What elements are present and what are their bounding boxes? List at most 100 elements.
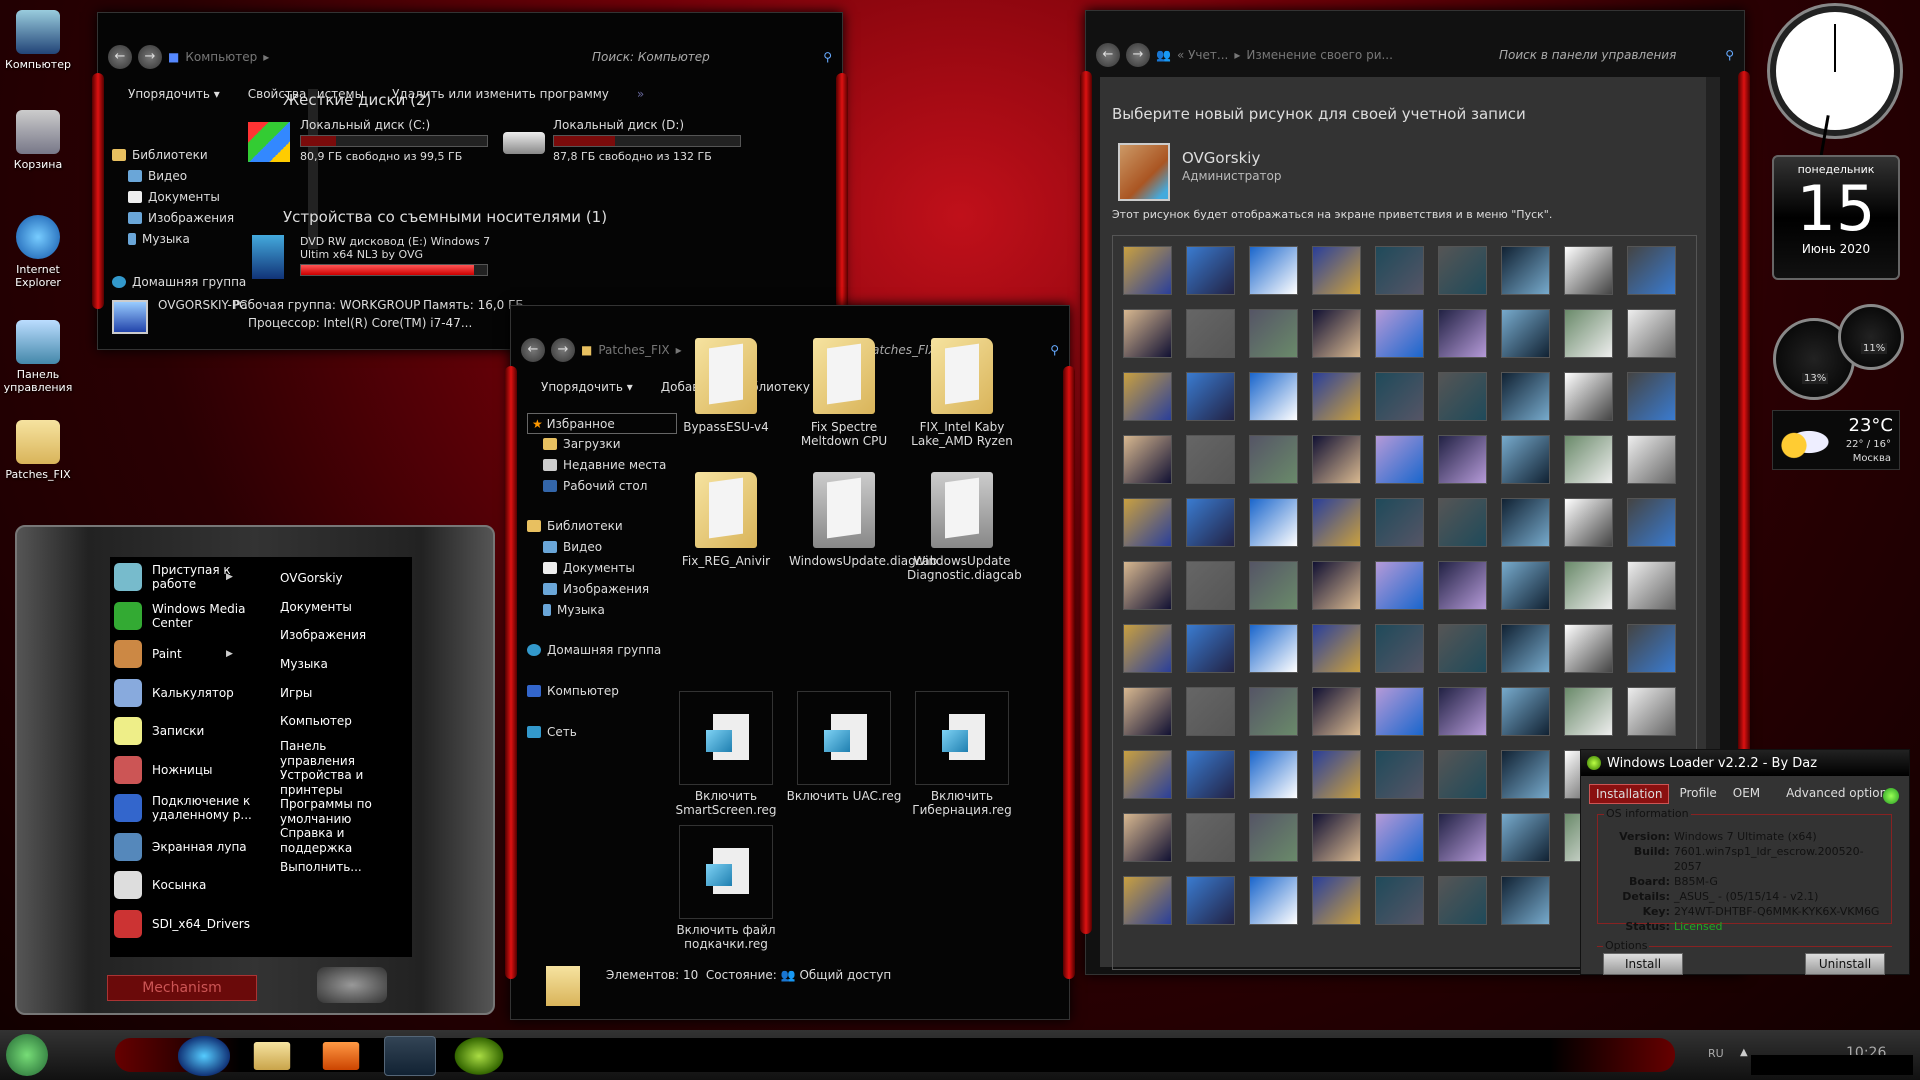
account-picture-tile[interactable] <box>1186 687 1235 736</box>
account-picture-tile[interactable] <box>1249 435 1298 484</box>
account-picture-tile[interactable] <box>1438 246 1487 295</box>
account-picture-tile[interactable] <box>1564 624 1613 673</box>
tab-installation[interactable]: Installation <box>1589 784 1670 804</box>
account-picture-tile[interactable] <box>1438 687 1487 736</box>
account-picture-tile[interactable] <box>1123 561 1172 610</box>
account-picture-tile[interactable] <box>1501 498 1550 547</box>
account-picture-tile[interactable] <box>1627 372 1676 421</box>
nav-item[interactable]: Недавние места <box>527 455 677 476</box>
start-menu-program[interactable]: Записки <box>114 717 264 745</box>
account-picture-tile[interactable] <box>1249 561 1298 610</box>
start-menu-place[interactable]: Справка и поддержка <box>280 826 380 856</box>
breadcrumb-item[interactable]: « Учет... <box>1177 48 1228 62</box>
nav-item[interactable]: Видео <box>112 166 246 187</box>
hard-drives-header[interactable]: Жесткие диски (2) <box>283 91 431 109</box>
account-picture-tile[interactable] <box>1186 309 1235 358</box>
folder-item[interactable]: Fix Spectre Meltdown CPU <box>789 338 899 448</box>
start-menu-program[interactable]: Калькулятор <box>114 678 264 707</box>
account-picture-tile[interactable] <box>1501 624 1550 673</box>
account-picture-tile[interactable] <box>1123 246 1172 295</box>
account-picture-tile[interactable] <box>1375 372 1424 421</box>
desktop-icon-patches[interactable]: Patches_FIX <box>0 420 76 481</box>
account-picture-tile[interactable] <box>1249 624 1298 673</box>
taskbar-control-panel[interactable] <box>384 1036 436 1076</box>
account-picture-tile[interactable] <box>1375 624 1424 673</box>
account-picture-tile[interactable] <box>1627 624 1676 673</box>
account-picture-tile[interactable] <box>1438 372 1487 421</box>
start-button[interactable] <box>6 1034 48 1076</box>
account-picture-tile[interactable] <box>1249 498 1298 547</box>
account-picture-tile[interactable] <box>1186 561 1235 610</box>
account-picture-tile[interactable] <box>1501 435 1550 484</box>
breadcrumb[interactable]: Компьютер <box>185 50 257 64</box>
account-picture-tile[interactable] <box>1501 687 1550 736</box>
account-picture-tile[interactable] <box>1564 687 1613 736</box>
account-picture-tile[interactable] <box>1564 435 1613 484</box>
start-menu-place[interactable]: Выполнить... <box>280 860 380 875</box>
nav-item[interactable]: Музыка <box>112 229 246 250</box>
account-picture-tile[interactable] <box>1312 309 1361 358</box>
account-picture-tile[interactable] <box>1123 435 1172 484</box>
account-picture-tile[interactable] <box>1627 435 1676 484</box>
nav-item[interactable]: Рабочий стол <box>527 476 677 497</box>
start-menu-program[interactable]: Приступая к работе ▶ <box>114 563 264 591</box>
drive-c[interactable]: Локальный диск (C:) 80,9 ГБ свободно из … <box>248 118 498 163</box>
taskbar-media-player[interactable] <box>322 1042 360 1070</box>
reg-file-item[interactable]: Включить Гибернация.reg <box>904 691 1020 817</box>
start-menu-place[interactable]: Изображения <box>280 628 380 643</box>
account-picture-tile[interactable] <box>1438 309 1487 358</box>
account-picture-tile[interactable] <box>1375 309 1424 358</box>
account-picture-tile[interactable] <box>1123 687 1172 736</box>
nav-libraries[interactable]: Библиотеки <box>112 145 246 166</box>
back-button[interactable]: ← <box>108 45 132 69</box>
start-menu-place[interactable]: OVGorskiy <box>280 571 380 586</box>
taskbar-explorer[interactable] <box>253 1042 291 1070</box>
account-picture-tile[interactable] <box>1186 813 1235 862</box>
account-picture-tile[interactable] <box>1312 687 1361 736</box>
account-picture-tile[interactable] <box>1501 246 1550 295</box>
start-menu-program[interactable]: Ножницы <box>114 755 264 784</box>
weather-gadget[interactable]: 23°C 22° / 16° Москва <box>1772 410 1900 470</box>
start-menu-place[interactable]: Компьютер <box>280 714 380 729</box>
taskbar-ie[interactable] <box>178 1036 230 1076</box>
account-picture-tile[interactable] <box>1249 813 1298 862</box>
account-picture-tile[interactable] <box>1564 309 1613 358</box>
nav-item[interactable]: Изображения <box>527 579 677 600</box>
back-button[interactable]: ← <box>1096 43 1120 67</box>
reg-file-item[interactable]: Включить SmartScreen.reg <box>668 691 784 817</box>
account-picture-tile[interactable] <box>1249 372 1298 421</box>
account-picture-tile[interactable] <box>1564 246 1613 295</box>
reg-file-item[interactable]: Включить UAC.reg <box>786 691 902 803</box>
language-indicator[interactable]: RU <box>1708 1047 1724 1060</box>
nav-homegroup[interactable]: Домашняя группа <box>527 640 677 661</box>
start-menu-program[interactable]: SDI_x64_Drivers <box>114 909 264 938</box>
account-picture-tile[interactable] <box>1312 750 1361 799</box>
back-button[interactable]: ← <box>521 338 545 362</box>
nav-homegroup[interactable]: Домашняя группа <box>112 272 246 293</box>
nav-item[interactable]: Видео <box>527 537 677 558</box>
account-picture-tile[interactable] <box>1438 813 1487 862</box>
account-picture-tile[interactable] <box>1249 687 1298 736</box>
account-picture-tile[interactable] <box>1438 561 1487 610</box>
account-picture-tile[interactable] <box>1312 876 1361 925</box>
account-picture-tile[interactable] <box>1375 435 1424 484</box>
account-picture-tile[interactable] <box>1312 498 1361 547</box>
account-picture-tile[interactable] <box>1312 435 1361 484</box>
search-input[interactable]: Поиск в панели управления ⚲ <box>1499 48 1734 62</box>
account-picture-tile[interactable] <box>1501 813 1550 862</box>
account-picture-tile[interactable] <box>1123 750 1172 799</box>
account-picture-tile[interactable] <box>1501 876 1550 925</box>
account-picture-tile[interactable] <box>1627 309 1676 358</box>
nav-network[interactable]: Сеть <box>527 722 677 743</box>
clock-gadget[interactable] <box>1770 6 1900 157</box>
desktop-icon-control-panel[interactable]: Панель управления <box>0 320 76 394</box>
folder-item[interactable]: Fix_REG_Anivir <box>671 472 781 568</box>
forward-button[interactable]: → <box>1126 43 1150 67</box>
account-picture-tile[interactable] <box>1501 309 1550 358</box>
show-hidden-icons[interactable]: ▲ <box>1740 1047 1748 1058</box>
account-picture-tile[interactable] <box>1438 435 1487 484</box>
nav-item[interactable]: Музыка <box>527 600 677 621</box>
account-picture-tile[interactable] <box>1186 750 1235 799</box>
folder-item[interactable]: FIX_Intel Kaby Lake_AMD Ryzen <box>907 338 1017 448</box>
account-picture-tile[interactable] <box>1123 624 1172 673</box>
